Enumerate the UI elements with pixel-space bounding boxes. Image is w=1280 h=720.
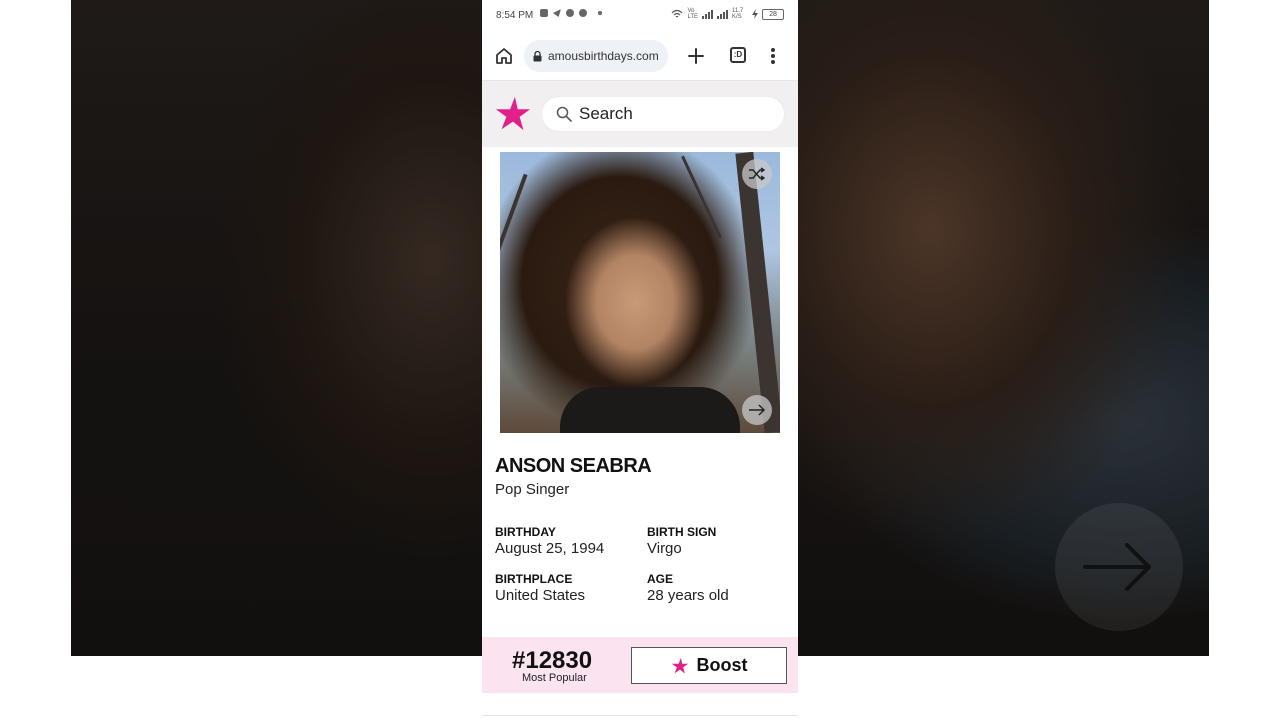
- divider: [482, 715, 798, 716]
- status-notification-icons: [540, 9, 602, 17]
- more-dot-icon: [598, 11, 602, 15]
- birthplace-label: BIRTHPLACE: [495, 572, 573, 586]
- birthplace-value[interactable]: United States: [495, 587, 585, 604]
- url-text: amousbirthdays.com: [548, 49, 659, 63]
- facebook-icon: [579, 9, 587, 17]
- browser-menu-button[interactable]: [770, 46, 776, 66]
- menu-dot-icon: [771, 48, 775, 52]
- menu-dot-icon: [771, 60, 775, 64]
- star-logo-icon[interactable]: [494, 95, 532, 133]
- signal-icon-2: [717, 9, 728, 19]
- tab-switcher-button[interactable]: :D: [730, 47, 746, 63]
- search-icon: [556, 106, 572, 122]
- whatsapp-icon: [566, 9, 574, 17]
- shuffle-icon: [749, 167, 766, 181]
- boost-button[interactable]: Boost: [631, 647, 787, 684]
- background-next-arrow-button: [1055, 503, 1183, 631]
- charging-icon: [752, 9, 758, 19]
- profile-photo: [500, 152, 780, 433]
- tree-branch: [735, 152, 780, 433]
- search-placeholder: Search: [579, 104, 633, 123]
- age-value[interactable]: 28 years old: [647, 587, 729, 604]
- popularity-rank-label: Most Popular: [522, 672, 587, 684]
- volte-icon: Vo LTE: [687, 8, 698, 20]
- profile-profession[interactable]: Pop Singer: [495, 481, 569, 498]
- arrow-right-icon: [749, 404, 766, 416]
- sweater: [560, 387, 740, 433]
- profile-name: ANSON SEABRA: [495, 455, 652, 477]
- new-tab-plus-icon[interactable]: [686, 46, 706, 66]
- network-speed: 11.7 K/S: [732, 8, 744, 20]
- lock-icon: [533, 50, 542, 61]
- tree-branch: [500, 173, 528, 251]
- boost-label: Boost: [696, 655, 748, 675]
- tree-branch: [681, 155, 722, 239]
- birth-sign-label: BIRTH SIGN: [647, 525, 717, 539]
- site-header: Search: [482, 81, 798, 147]
- birth-sign-value[interactable]: Virgo: [647, 540, 682, 557]
- birthday-value[interactable]: August 25, 1994: [495, 540, 604, 557]
- status-system-icons: Vo LTE 11.7 K/S 28: [671, 8, 784, 20]
- age-label: AGE: [647, 572, 674, 586]
- shuffle-button[interactable]: [742, 159, 772, 189]
- birthday-label: BIRTHDAY: [495, 525, 556, 539]
- arrow-right-icon: [1083, 543, 1151, 591]
- battery-icon: 28: [762, 8, 784, 20]
- status-time: 8:54 PM: [496, 10, 534, 21]
- signal-icon: [702, 9, 713, 19]
- status-bar: 8:54 PM Vo LTE 11.7 K/S 28: [482, 0, 798, 32]
- notification-icon: [540, 9, 548, 17]
- star-icon: [671, 657, 688, 674]
- wifi-icon: [672, 9, 683, 18]
- phone-screen: 8:54 PM Vo LTE 11.7 K/S 28 amousbirthday…: [482, 0, 798, 720]
- browser-toolbar: amousbirthdays.com :D: [482, 32, 798, 81]
- next-profile-button[interactable]: [742, 395, 772, 425]
- menu-dot-icon: [771, 54, 775, 58]
- home-icon[interactable]: [494, 46, 514, 66]
- popularity-rank: #12830: [512, 647, 593, 674]
- telegram-icon: [553, 9, 561, 17]
- search-input[interactable]: Search: [542, 97, 784, 131]
- address-bar[interactable]: amousbirthdays.com: [524, 40, 668, 72]
- popularity-bar: #12830 Most Popular Boost: [482, 637, 798, 693]
